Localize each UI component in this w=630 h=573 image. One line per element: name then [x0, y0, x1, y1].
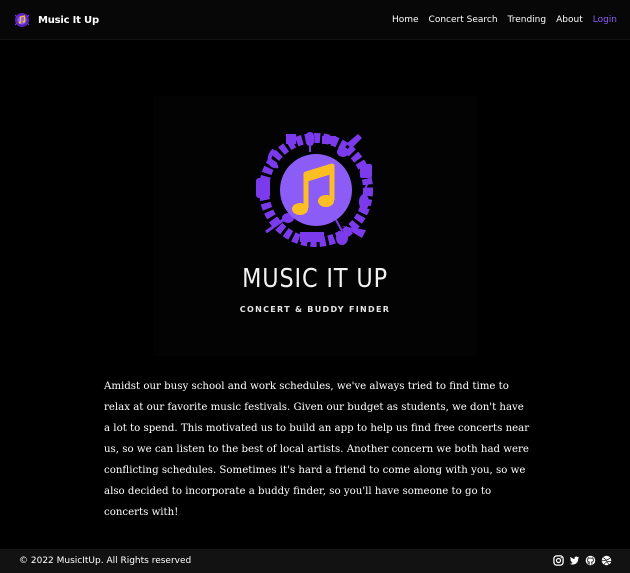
nav-link-concert-search[interactable]: Concert Search	[429, 15, 498, 25]
nav-links: Home Concert Search Trending About Login	[382, 0, 617, 40]
music-note-instruments-icon	[256, 132, 373, 247]
nav-link-about[interactable]: About	[556, 15, 583, 25]
twitter-icon[interactable]	[569, 555, 580, 566]
instagram-icon[interactable]	[553, 555, 564, 566]
navbar: Music It Up Home Concert Search Trending…	[0, 0, 630, 40]
brand-name: Music It Up	[38, 14, 99, 26]
nav-link-login[interactable]: Login	[593, 15, 617, 25]
footer: © 2022 MusicItUp. All Rights reserved	[0, 549, 630, 573]
hero-logo-banner: MUSIC IT UP CONCERT & BUDDY FINDER	[153, 96, 477, 356]
dribbble-icon[interactable]	[601, 555, 612, 566]
brand[interactable]: Music It Up	[13, 11, 99, 29]
hero-subtitle: CONCERT & BUDDY FINDER	[239, 305, 391, 314]
github-icon[interactable]	[585, 555, 596, 566]
hero-title: MUSIC IT UP	[242, 264, 388, 294]
about-paragraph: Amidst our busy school and work schedule…	[104, 381, 530, 518]
nav-link-trending[interactable]: Trending	[508, 15, 547, 25]
brand-logo-icon	[14, 13, 30, 27]
social-links	[548, 555, 612, 566]
copyright-text: © 2022 MusicItUp. All Rights reserved	[19, 556, 192, 566]
nav-link-home[interactable]: Home	[392, 15, 419, 25]
